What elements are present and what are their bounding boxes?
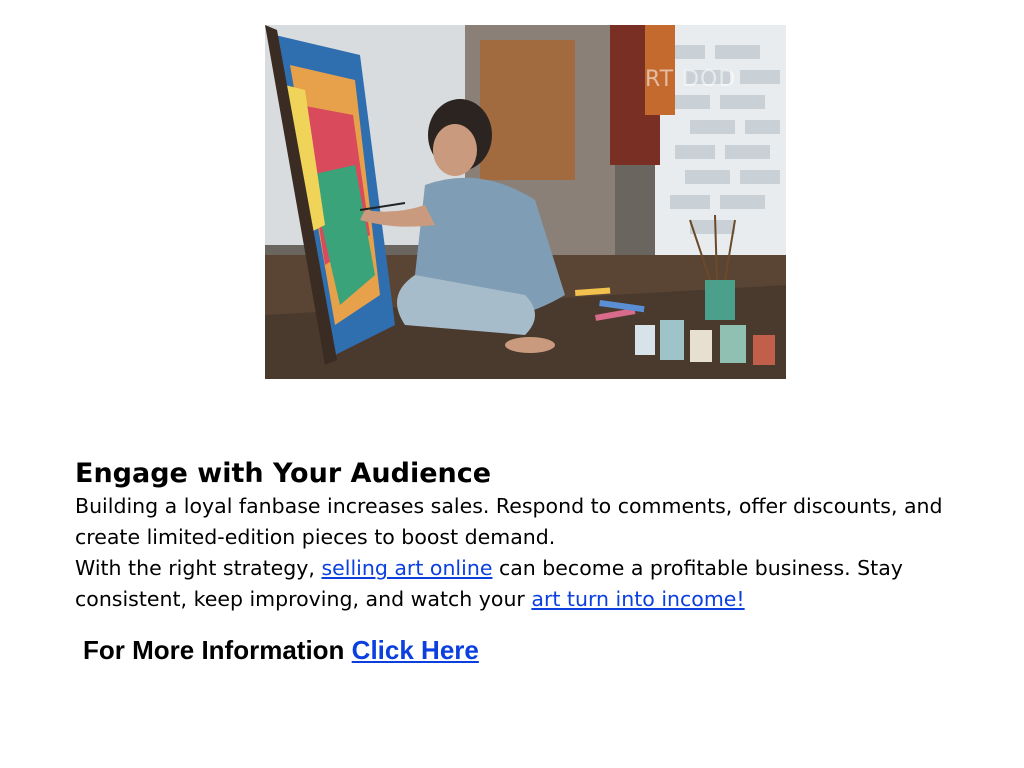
article-section: Engage with Your Audience Building a loy… — [75, 457, 955, 615]
section-heading: Engage with Your Audience — [75, 458, 492, 489]
more-information-cta: For More Information Click Here — [83, 633, 479, 667]
selling-art-online-link[interactable]: selling art online — [321, 556, 492, 580]
paragraph-1: Building a loyal fanbase increases sales… — [75, 494, 943, 549]
hero-image: RT DOD — [265, 25, 786, 379]
click-here-link[interactable]: Click Here — [352, 635, 479, 665]
paragraph-2: With the right strategy, selling art onl… — [75, 553, 955, 615]
art-turn-into-income-link[interactable]: art turn into income! — [531, 587, 744, 611]
paragraph-2-text-start: With the right strategy, — [75, 556, 322, 580]
image-watermark: RT DOD — [645, 67, 737, 92]
cta-label: For More Information — [83, 635, 352, 665]
